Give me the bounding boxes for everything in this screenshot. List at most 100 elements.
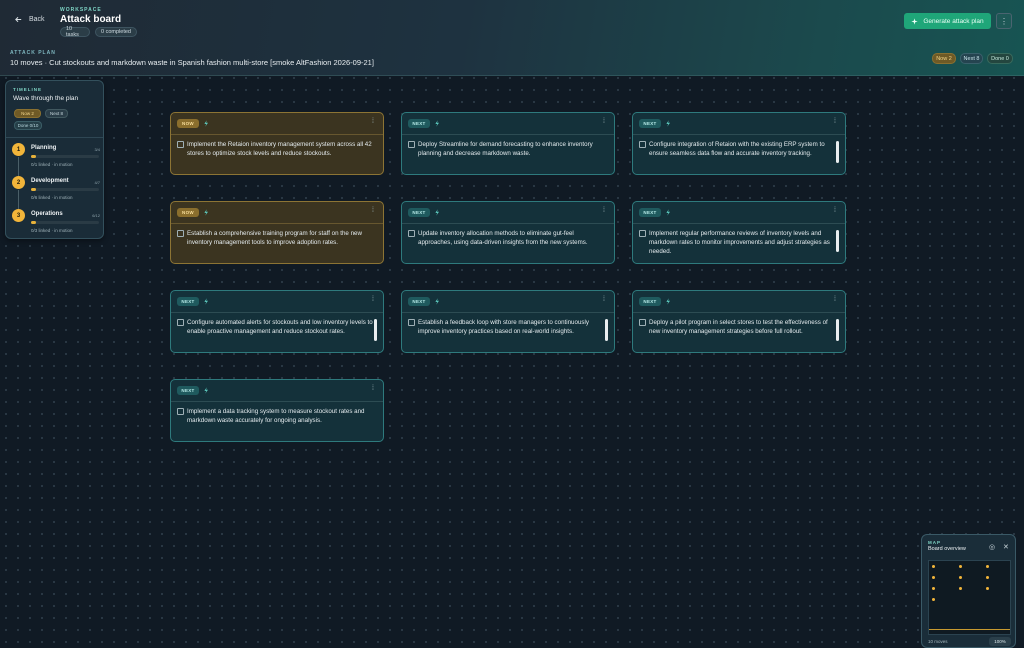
- phase-name: Operations: [31, 211, 63, 217]
- minimap-card-dot: [986, 576, 989, 579]
- task-checkbox[interactable]: [639, 141, 646, 148]
- minimap-footer: 10 moves: [928, 639, 948, 644]
- task-card[interactable]: NEXT ⁞ Configure integration of Retaion wi…: [632, 112, 846, 175]
- sparkle-icon[interactable]: [664, 297, 672, 306]
- timeline-label: TIMELINE: [13, 87, 42, 92]
- task-card[interactable]: NEXT ⁞ Establish a feedback loop with stor…: [401, 290, 615, 353]
- minimap-panel: MAP Board overview ◎ ✕ 10 moves 100%: [921, 534, 1016, 648]
- task-text: Implement regular performance reviews of…: [649, 230, 830, 255]
- task-card[interactable]: NOW ⁞ Establish a comprehensive training p…: [170, 201, 384, 264]
- card-header: NEXT ⁞: [633, 113, 845, 135]
- task-checkbox[interactable]: [639, 319, 646, 326]
- sparkle-icon[interactable]: [664, 208, 672, 217]
- minimap-card-dot: [959, 576, 962, 579]
- minimap-title: Board overview: [928, 546, 966, 552]
- drag-dots-icon[interactable]: ⁞: [834, 118, 836, 125]
- task-checkbox[interactable]: [177, 319, 184, 326]
- phase-operations[interactable]: 3 Operations 6/12 0/3 linked · in motion: [12, 209, 100, 239]
- timeline-next-chip[interactable]: Next 8: [45, 109, 68, 118]
- minimap-label: MAP: [928, 540, 941, 545]
- timeline-done-chip[interactable]: Done 0/10: [14, 121, 42, 130]
- task-card[interactable]: NEXT ⁞ Implement a data tracking system to…: [170, 379, 384, 442]
- card-header: NEXT ⁞: [402, 113, 614, 135]
- page-title: Attack board: [60, 14, 122, 25]
- drag-dots-icon[interactable]: ⁞: [603, 118, 605, 125]
- phase-connector: [18, 190, 19, 209]
- task-text: Configure integration of Retaion with th…: [649, 141, 825, 157]
- sparkle-icon[interactable]: [664, 119, 672, 128]
- phase-connector: [18, 157, 19, 176]
- minimap-zoom-button[interactable]: 100%: [989, 637, 1011, 646]
- back-button[interactable]: Back: [14, 15, 45, 24]
- status-badge: NEXT: [639, 119, 661, 128]
- task-card[interactable]: NEXT ⁞ Implement regular performance revie…: [632, 201, 846, 264]
- drag-dots-icon[interactable]: ⁞: [372, 207, 374, 214]
- minimap-canvas[interactable]: [928, 560, 1011, 635]
- task-text: Deploy Streamline for demand forecasting…: [418, 141, 593, 157]
- drag-dots-icon[interactable]: ⁞: [372, 296, 374, 303]
- card-header: NEXT ⁞: [171, 291, 383, 313]
- task-card[interactable]: NEXT ⁞ Update inventory allocation methods…: [401, 201, 615, 264]
- sparkle-icon[interactable]: [202, 297, 210, 306]
- task-text: Establish a feedback loop with store man…: [418, 319, 589, 335]
- task-card[interactable]: NEXT ⁞ Deploy a pilot program in select st…: [632, 290, 846, 353]
- card-header: NEXT ⁞: [402, 202, 614, 224]
- card-header: NOW ⁞: [171, 113, 383, 135]
- drag-dots-icon[interactable]: ⁞: [372, 385, 374, 392]
- card-header: NEXT ⁞: [633, 291, 845, 313]
- card-scrollbar[interactable]: [374, 319, 377, 341]
- generate-attack-plan-button[interactable]: Generate attack plan: [904, 13, 991, 29]
- drag-dots-icon[interactable]: ⁞: [372, 118, 374, 125]
- now-count-chip[interactable]: Now 2: [932, 53, 956, 64]
- sparkle-icon[interactable]: [433, 119, 441, 128]
- card-scrollbar[interactable]: [836, 319, 839, 341]
- task-text: Establish a comprehensive training progr…: [187, 230, 362, 246]
- sparkle-icon[interactable]: [202, 119, 210, 128]
- task-checkbox[interactable]: [639, 230, 646, 237]
- phase-meta: 0/3 linked · in motion: [31, 228, 73, 233]
- card-scrollbar[interactable]: [836, 230, 839, 252]
- task-text: Implement a data tracking system to meas…: [187, 408, 365, 424]
- more-options-button[interactable]: ⋮: [996, 13, 1012, 29]
- sparkle-icon[interactable]: [433, 208, 441, 217]
- workspace-label: WORKSPACE: [60, 7, 102, 13]
- task-card[interactable]: NEXT ⁞ Deploy Streamline for demand foreca…: [401, 112, 615, 175]
- card-scrollbar[interactable]: [605, 319, 608, 341]
- drag-dots-icon[interactable]: ⁞: [834, 207, 836, 214]
- sparkle-icon[interactable]: [433, 297, 441, 306]
- drag-dots-icon[interactable]: ⁞: [603, 207, 605, 214]
- task-checkbox[interactable]: [177, 141, 184, 148]
- card-scrollbar[interactable]: [836, 141, 839, 163]
- status-badge: NEXT: [177, 297, 199, 306]
- phase-number: 1: [12, 143, 25, 156]
- minimap-card-dot: [932, 587, 935, 590]
- sparkle-icon[interactable]: [202, 386, 210, 395]
- minimap-card-dot: [959, 587, 962, 590]
- phase-name: Planning: [31, 145, 57, 151]
- timeline-title: Wave through the plan: [13, 95, 79, 102]
- task-text: Implement the Retaion inventory manageme…: [187, 141, 372, 157]
- status-badge: NOW: [177, 119, 199, 128]
- phase-development[interactable]: 2 Development 4/7 0/6 linked · in motion: [12, 176, 100, 209]
- close-icon[interactable]: ✕: [1003, 543, 1009, 551]
- target-icon[interactable]: ◎: [989, 543, 995, 551]
- task-checkbox[interactable]: [408, 319, 415, 326]
- drag-dots-icon[interactable]: ⁞: [834, 296, 836, 303]
- phase-progress-bar: [31, 188, 99, 191]
- minimap-card-dot: [932, 576, 935, 579]
- task-card[interactable]: NOW ⁞ Implement the Retaion inventory mana…: [170, 112, 384, 175]
- next-count-chip[interactable]: Next 8: [960, 53, 983, 64]
- timeline-now-chip[interactable]: Now 2: [14, 109, 41, 118]
- arrow-left-icon: [15, 16, 22, 23]
- drag-dots-icon[interactable]: ⁞: [603, 296, 605, 303]
- task-checkbox[interactable]: [177, 408, 184, 415]
- status-badge: NEXT: [639, 208, 661, 217]
- done-count-chip[interactable]: Done 0: [987, 53, 1013, 64]
- completed-count-chip: 0 completed: [95, 27, 137, 37]
- task-checkbox[interactable]: [408, 230, 415, 237]
- sparkle-icon[interactable]: [202, 208, 210, 217]
- task-card[interactable]: NEXT ⁞ Configure automated alerts for stoc…: [170, 290, 384, 353]
- task-checkbox[interactable]: [177, 230, 184, 237]
- task-checkbox[interactable]: [408, 141, 415, 148]
- phase-planning[interactable]: 1 Planning 3/4 0/1 linked · in motion: [12, 143, 100, 176]
